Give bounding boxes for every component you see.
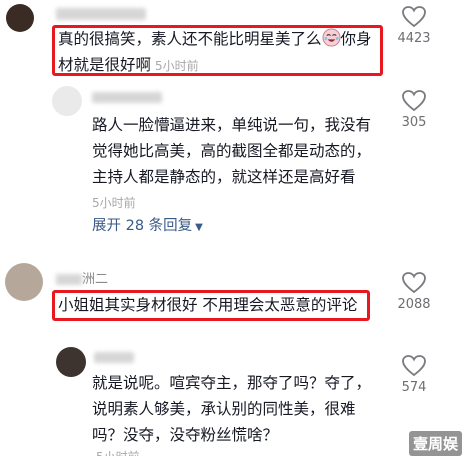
chevron-down-icon: ▼ [195, 222, 203, 233]
like-button[interactable]: 305 [389, 90, 439, 130]
like-count: 4423 [397, 31, 431, 46]
comment-text: 小姐姐其实身材很好 不用理会太恶意的评论 [58, 296, 358, 314]
comment-text: 路人一脸懵逼进来，单纯说一句，我没有 觉得她比高美，高的截图全都是动态的， 主持… [92, 112, 392, 216]
expand-replies-link[interactable]: 展开 28 条回复 ▼ [92, 214, 203, 235]
like-button[interactable]: 574 [389, 355, 439, 395]
avatar[interactable] [6, 4, 34, 32]
like-count: 2088 [397, 297, 431, 312]
avatar[interactable] [56, 347, 86, 377]
comment-timestamp: 5小时前 [96, 448, 140, 456]
avatar[interactable] [5, 263, 43, 301]
author-name: 洲二 [56, 268, 108, 287]
comment-timestamp: 5小时前 [155, 59, 199, 73]
like-count: 574 [401, 380, 427, 395]
watermark: 壹周娱 [408, 431, 462, 456]
comment-text: 就是说呢。喧宾夺主，那夺了吗？夺了， 说明素人够美，承认别的同性美，很难 吗？没… [92, 374, 372, 444]
comment-text: 真的很搞笑，素人还不能比明星美了么 你身材就是很好啊 5小时前 [58, 28, 372, 74]
author-name-blurred [92, 92, 162, 103]
author-name-blurred [94, 352, 134, 363]
heart-outline-icon [402, 355, 426, 377]
avatar[interactable] [52, 86, 82, 116]
heart-outline-icon [402, 6, 426, 28]
heart-outline-icon [402, 90, 426, 112]
like-button[interactable]: 4423 [389, 6, 439, 46]
like-count: 305 [401, 115, 427, 130]
laugh-cry-emoji-icon [321, 28, 341, 47]
comment-timestamp: 5小时前 [92, 196, 136, 210]
heart-outline-icon [402, 272, 426, 294]
author-name-blurred [56, 8, 146, 20]
like-button[interactable]: 2088 [389, 272, 439, 312]
